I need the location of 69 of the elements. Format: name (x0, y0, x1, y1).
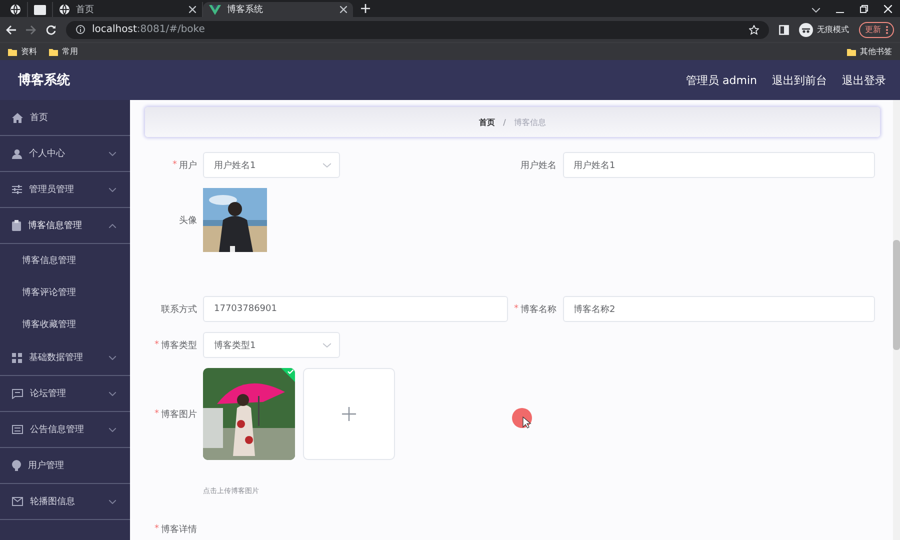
sidebar-subitem[interactable]: 博客评论管理 (0, 276, 130, 308)
close-icon[interactable] (189, 6, 196, 13)
update-button[interactable]: 更新 (859, 22, 894, 38)
header-link[interactable]: 退出到前台 (772, 72, 827, 88)
sidebar-subitem[interactable]: 博客收藏管理 (0, 308, 130, 340)
folder-icon (8, 48, 17, 56)
back-icon[interactable] (6, 24, 16, 34)
input-field[interactable]: 博客名称2 (562, 296, 875, 322)
grid-icon (12, 352, 22, 362)
close-icon[interactable] (340, 6, 347, 13)
field-label: 博客类型 (161, 340, 197, 352)
address-field[interactable]: localhost:8081/#/boke (66, 20, 769, 38)
field-label: 头像 (179, 214, 197, 226)
reload-icon[interactable] (46, 24, 56, 34)
clipboard-icon (12, 220, 21, 231)
new-tab-icon[interactable] (361, 4, 370, 13)
bookmark[interactable]: 其他书签 (847, 46, 892, 57)
incognito-button[interactable]: 无痕模式 (799, 22, 849, 36)
required-mark: * (514, 304, 518, 314)
required-mark: * (172, 160, 177, 170)
app-title: 博客系统 (18, 72, 70, 89)
select-field[interactable]: 博客类型1 (203, 332, 340, 358)
field-label: 用户姓名 (520, 160, 556, 172)
breadcrumb-separator: / (502, 118, 507, 126)
cursor-icon (511, 407, 533, 429)
breadcrumb-item[interactable]: 首页 (479, 116, 496, 128)
required-mark: * (154, 524, 159, 534)
star-icon[interactable] (749, 24, 759, 34)
bookmark[interactable]: 资料 (8, 46, 37, 57)
chevron-down-icon (323, 342, 331, 348)
v-logo-icon (209, 4, 221, 14)
mail-icon (12, 497, 23, 506)
scrollbar[interactable] (893, 100, 900, 540)
home-icon (12, 112, 23, 122)
input-field[interactable]: 17703786901 (203, 296, 508, 322)
incognito-icon (799, 22, 813, 36)
select-field[interactable]: 用户姓名1 (203, 152, 340, 178)
field-label: 联系方式 (161, 304, 197, 316)
side-panel-icon[interactable] (779, 24, 789, 34)
input-field[interactable]: 用户姓名1 (562, 152, 875, 178)
breadcrumb-item: 博客信息 (514, 116, 546, 128)
chevron-down-icon (323, 162, 331, 168)
required-mark: * (154, 409, 159, 419)
chevron-down-icon[interactable] (812, 8, 820, 13)
forward-icon[interactable] (26, 24, 36, 34)
chat-icon (12, 388, 23, 398)
field-label: 博客名称 (520, 304, 556, 316)
window-icon (34, 4, 46, 14)
field-label: 用户 (179, 160, 197, 172)
header-link[interactable]: 管理员 admin (686, 72, 757, 88)
bulb-icon (12, 460, 21, 471)
browser-tab[interactable]: 博客系统 (203, 2, 353, 17)
folder-icon (847, 48, 856, 56)
restore-icon[interactable] (860, 5, 868, 13)
globe-icon (59, 4, 70, 15)
plus-icon (342, 407, 356, 421)
url-text: localhost:8081/#/boke (92, 24, 205, 35)
field-label: 博客图片 (161, 408, 197, 420)
required-mark: * (154, 340, 159, 350)
sidebar-subitem[interactable]: 博客信息管理 (0, 244, 130, 276)
header-link[interactable]: 退出登录 (842, 72, 886, 88)
user-icon (12, 148, 22, 158)
info-icon (76, 25, 85, 34)
folder-icon (49, 48, 58, 56)
sliders-icon (12, 185, 22, 194)
bookmark[interactable]: 常用 (49, 46, 78, 57)
globe-icon (10, 4, 21, 15)
list-icon (12, 425, 23, 434)
field-label: 博客详情 (161, 524, 197, 536)
